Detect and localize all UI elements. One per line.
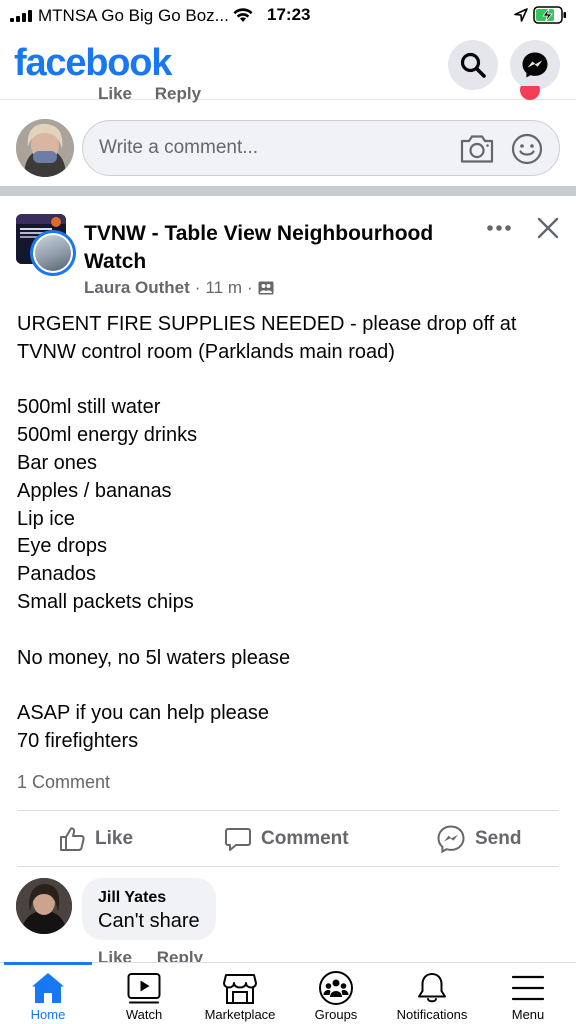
watch-icon [127, 973, 161, 1004]
current-user-avatar[interactable] [16, 119, 74, 177]
close-icon[interactable] [536, 216, 560, 240]
nav-label: Notifications [396, 1007, 468, 1022]
divider [17, 810, 559, 811]
post-text-line: Bar ones [17, 451, 98, 474]
carrier-name: MTNSA Go Big Go Boz... [38, 6, 229, 25]
previous-reply-link[interactable]: Reply [155, 84, 201, 103]
commenter-avatar[interactable] [16, 878, 72, 934]
comment-item: Jill Yates Can't share Like Reply [0, 876, 576, 967]
comment-count-link[interactable]: 1 Comment [17, 772, 110, 793]
cellular-signal-icon [10, 10, 32, 22]
search-icon [460, 52, 486, 78]
post-timestamp[interactable]: 11 m [205, 278, 242, 298]
like-label: Like [95, 828, 134, 849]
battery-charging-icon [533, 6, 566, 24]
post-text-line: 70 firefighters [17, 729, 139, 752]
meta-separator: · [194, 278, 201, 297]
comment-label: Comment [261, 828, 349, 849]
divider [17, 866, 559, 867]
nav-label: Home [30, 1007, 66, 1022]
post-text-line [17, 617, 557, 645]
notifications-icon [418, 973, 446, 1003]
post-text-line: 500ml energy drinks [17, 424, 198, 447]
post-text-line: ASAP if you can help please [17, 702, 270, 725]
post-text-line: No money, no 5l waters please [17, 646, 291, 669]
post-text-line: 500ml still water [17, 396, 161, 419]
send-label: Send [475, 828, 522, 849]
messenger-button[interactable] [510, 40, 560, 90]
post-text-line [17, 367, 557, 395]
post-meta: Laura Outhet · 11 m · [84, 278, 274, 298]
comment-bubble[interactable]: Jill Yates Can't share [82, 878, 216, 940]
nav-label: Watch [125, 1007, 163, 1022]
commenter-name[interactable]: Jill Yates [98, 888, 200, 908]
more-options-icon[interactable] [486, 224, 512, 232]
meta-separator: · [247, 278, 253, 297]
messenger-icon [522, 52, 548, 78]
nav-menu[interactable]: Menu [480, 963, 576, 1024]
reaction-badge-icon [520, 86, 540, 100]
search-button[interactable] [448, 40, 498, 90]
author-name-link[interactable]: Laura Outhet [84, 278, 190, 298]
nav-groups[interactable]: Groups [288, 963, 384, 1024]
post-text-line: Panados [17, 563, 96, 586]
app-header: facebook [0, 32, 576, 100]
comment-composer: Write a comment... [0, 118, 576, 178]
groups-icon [319, 971, 353, 1005]
home-icon [32, 973, 64, 1003]
bottom-navigation: Home Watch Marketplace Groups Notificati… [0, 962, 576, 1024]
comment-input[interactable]: Write a comment... [82, 120, 560, 176]
messenger-send-icon [437, 825, 465, 854]
comment-text: Can't share [98, 910, 200, 932]
post-text-line: Small packets chips [17, 590, 194, 613]
emoji-icon[interactable] [511, 133, 543, 165]
menu-icon [511, 975, 545, 1001]
post-text-line: Lip ice [17, 507, 75, 530]
previous-like-link[interactable]: Like [98, 84, 132, 103]
camera-icon[interactable] [459, 133, 495, 165]
commenter-photo [16, 878, 72, 934]
wifi-icon [233, 8, 253, 22]
nav-marketplace[interactable]: Marketplace [192, 963, 288, 1024]
comment-icon [225, 828, 251, 851]
thumbs-up-icon [60, 827, 85, 851]
post-action-bar: Like Comment Send [0, 812, 576, 866]
post-text-line: Apples / bananas [17, 479, 172, 502]
post-text-line: Eye drops [17, 535, 108, 558]
post-header: TVNW - Table View Neighbourhood Watch La… [0, 210, 576, 300]
group-name-link[interactable]: TVNW - Table View Neighbourhood Watch [84, 220, 464, 276]
nav-label: Groups [314, 1007, 358, 1022]
comment-placeholder: Write a comment... [99, 137, 259, 158]
group-audience-icon [258, 281, 274, 295]
nav-notifications[interactable]: Notifications [384, 963, 480, 1024]
nav-label: Menu [511, 1007, 545, 1022]
status-time: 17:23 [267, 5, 311, 24]
location-arrow-icon [514, 8, 528, 22]
nav-home[interactable]: Home [0, 963, 96, 1024]
feed-divider [0, 186, 576, 196]
post-text-line [17, 672, 557, 700]
previous-comment-actions: Like Reply [98, 84, 219, 104]
comment-button[interactable]: Comment [224, 812, 349, 866]
status-bar: MTNSA Go Big Go Boz... 17:23 [0, 0, 576, 32]
like-button[interactable]: Like [58, 812, 133, 866]
send-button[interactable]: Send [436, 812, 521, 866]
user-photo [16, 119, 74, 177]
facebook-logo[interactable]: facebook [14, 42, 172, 85]
post-text: URGENT FIRE SUPPLIES NEEDED - please dro… [17, 311, 557, 756]
marketplace-icon [223, 974, 257, 1004]
nav-watch[interactable]: Watch [96, 963, 192, 1024]
nav-label: Marketplace [204, 1007, 276, 1022]
author-avatar[interactable] [30, 230, 76, 276]
post-text-line: URGENT FIRE SUPPLIES NEEDED - please dro… [17, 313, 517, 363]
